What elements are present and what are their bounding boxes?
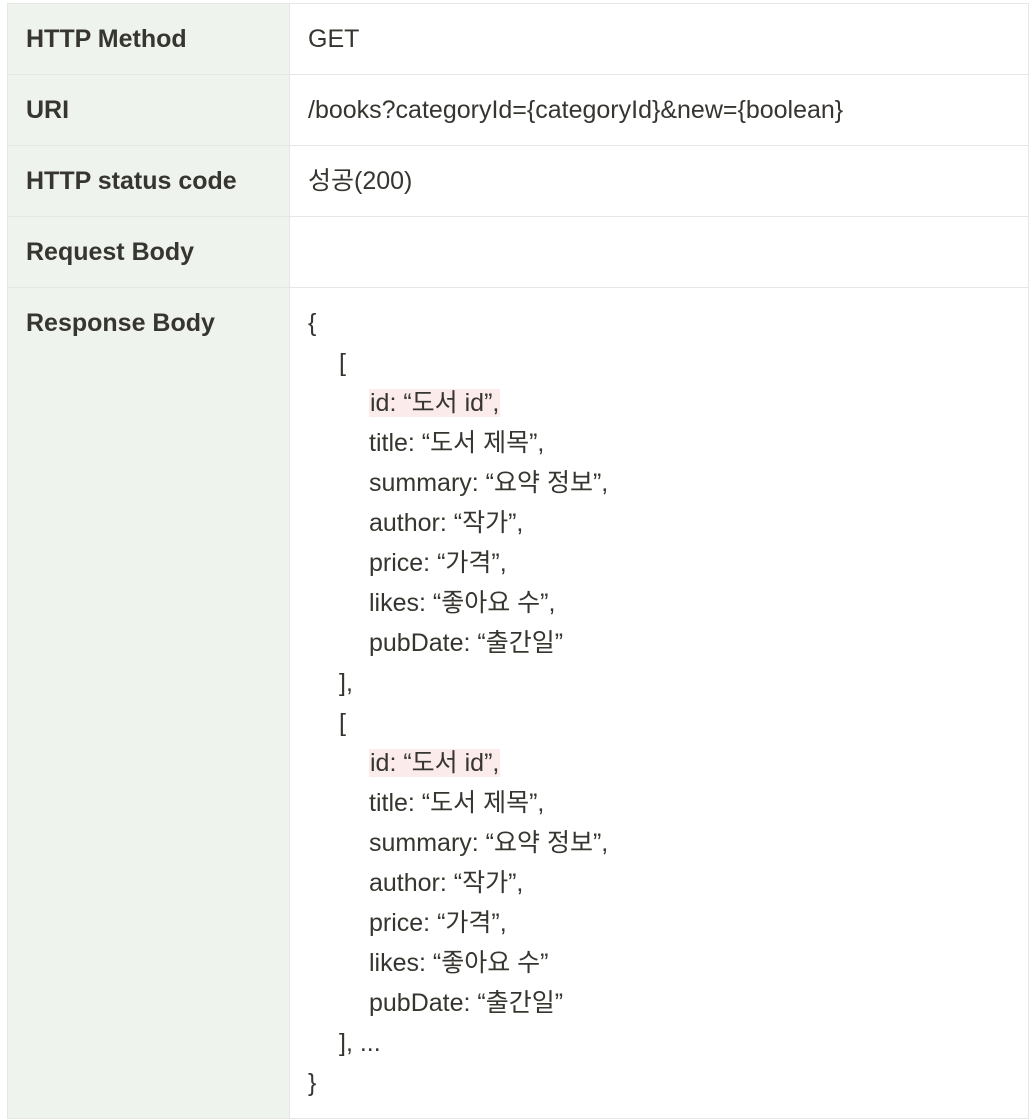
request-body-label: Request Body <box>7 216 290 288</box>
json-field-likes: likes: “좋아요 수” <box>369 949 549 977</box>
highlighted-text: id: “도서 id”, <box>369 389 501 417</box>
response-body-value: { [ id: “도서 id”, title: “도서 제목”, summary… <box>289 287 1029 1119</box>
request-body-value <box>289 216 1029 288</box>
json-open-brace: { <box>308 309 317 337</box>
table-row-http-method: HTTP Method GET <box>7 3 1029 75</box>
uri-label: URI <box>7 74 290 146</box>
json-field-id: id: “도서 id”, <box>308 743 1010 783</box>
table-row-request-body: Request Body <box>7 216 1029 288</box>
json-array-open: [ <box>339 709 346 737</box>
api-spec-table: HTTP Method GET URI /books?categoryId={c… <box>7 3 1029 1119</box>
table-row-status-code: HTTP status code 성공(200) <box>7 145 1029 217</box>
json-field-pubdate: pubDate: “출간일” <box>369 989 564 1017</box>
table-row-uri: URI /books?categoryId={categoryId}&new={… <box>7 74 1029 146</box>
json-field-author: author: “작가”, <box>369 869 524 897</box>
json-field-price: price: “가격”, <box>369 549 507 577</box>
response-body-label: Response Body <box>7 287 290 1119</box>
status-code-label: HTTP status code <box>7 145 290 217</box>
json-field-title: title: “도서 제목”, <box>369 789 545 817</box>
json-array-close: ], ... <box>339 1029 381 1057</box>
json-close-brace: } <box>308 1069 317 1097</box>
json-field-author: author: “작가”, <box>369 509 524 537</box>
table-row-response-body: Response Body { [ id: “도서 id”, title: “도… <box>7 287 1029 1119</box>
json-field-pubdate: pubDate: “출간일” <box>369 629 564 657</box>
highlighted-text: id: “도서 id”, <box>369 749 501 777</box>
json-field-summary: summary: “요약 정보”, <box>369 829 609 857</box>
status-code-value: 성공(200) <box>289 145 1029 217</box>
http-method-label: HTTP Method <box>7 3 290 75</box>
json-array-close: ], <box>339 669 353 697</box>
json-field-id: id: “도서 id”, <box>308 383 1010 423</box>
json-field-likes: likes: “좋아요 수”, <box>369 589 556 617</box>
uri-value: /books?categoryId={categoryId}&new={bool… <box>289 74 1029 146</box>
json-field-title: title: “도서 제목”, <box>369 429 545 457</box>
http-method-value: GET <box>289 3 1029 75</box>
json-array-open: [ <box>339 349 346 377</box>
json-field-price: price: “가격”, <box>369 909 507 937</box>
json-field-summary: summary: “요약 정보”, <box>369 469 609 497</box>
